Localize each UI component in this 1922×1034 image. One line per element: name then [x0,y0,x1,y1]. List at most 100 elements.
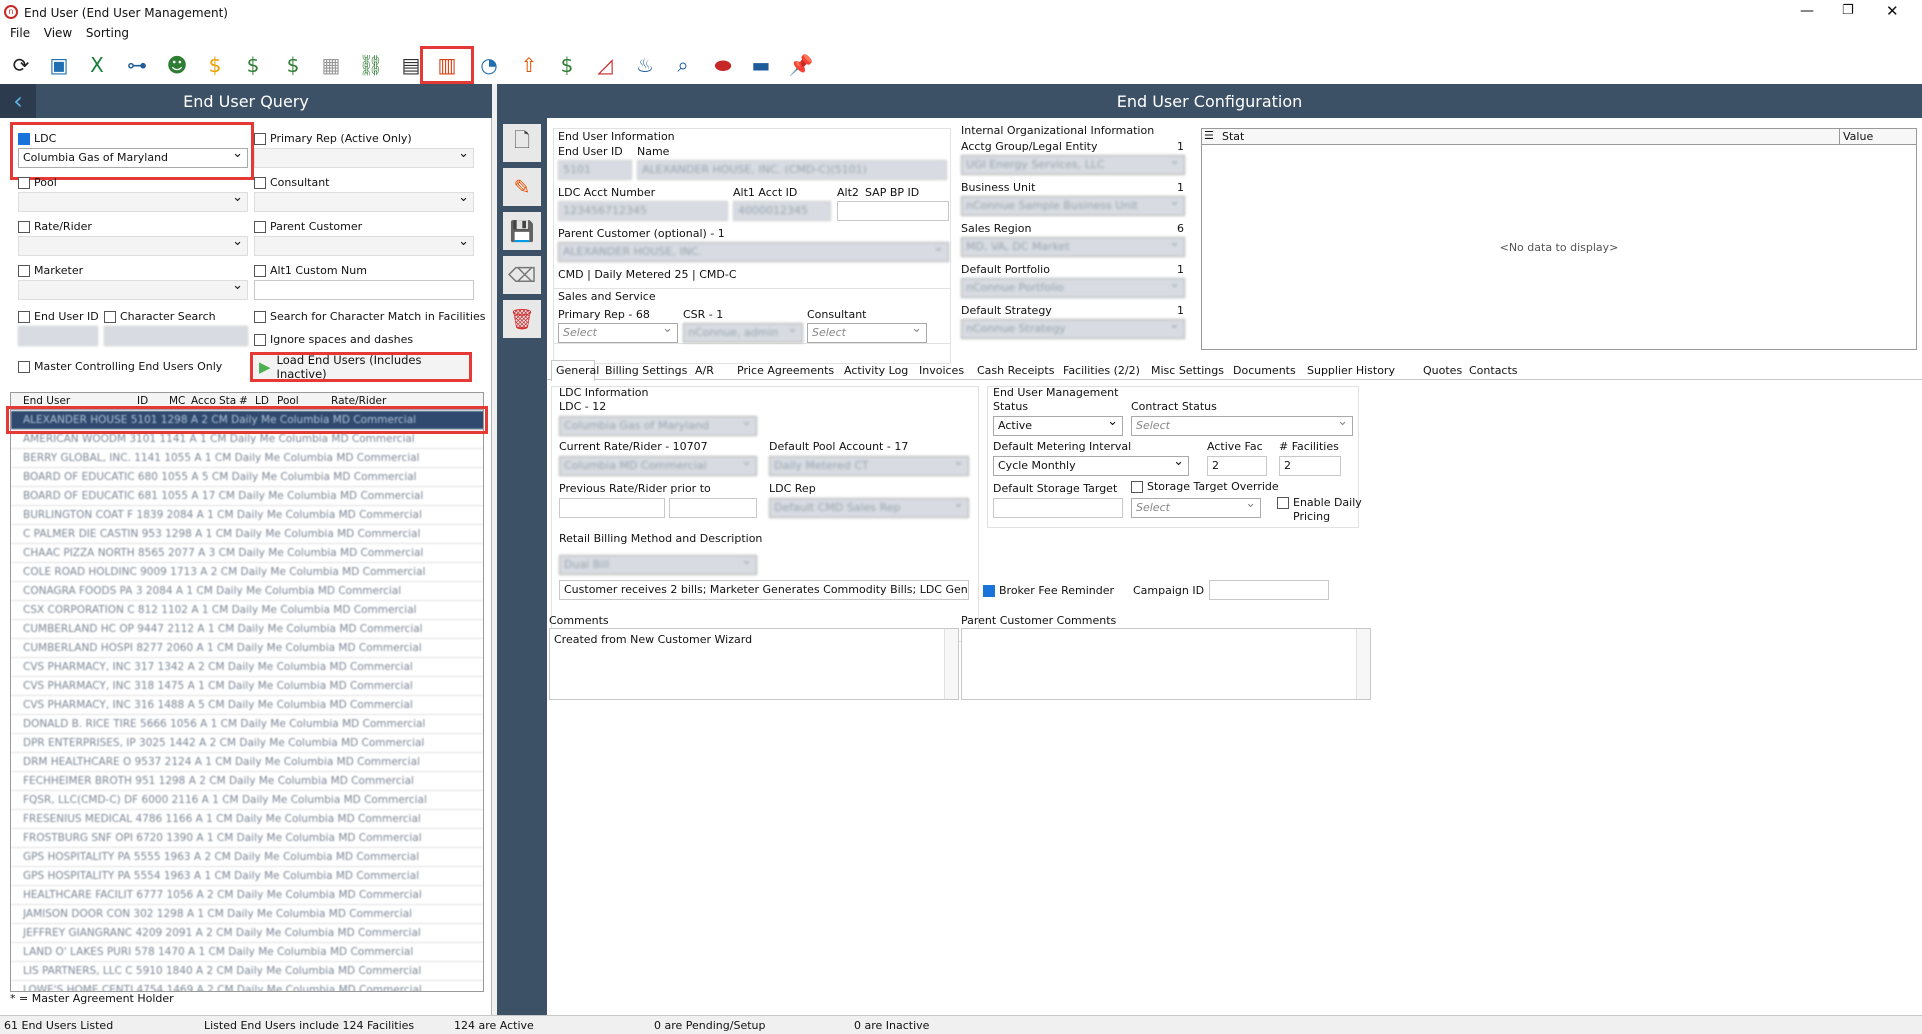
campaign-field[interactable] [1209,580,1329,600]
ignore-spaces-checkbox[interactable] [254,334,266,346]
table-row[interactable]: CVS PHARMACY, INC 316 1488 A 5 CM Daily … [11,696,483,715]
save-icon[interactable]: 💾 [503,212,541,250]
storage-override-row[interactable]: Storage Target Override [1131,480,1279,493]
marketer-checkbox[interactable] [18,265,30,277]
tab-billing-settings[interactable]: Billing Settings [605,364,687,377]
table-row[interactable]: CONAGRA FOODS PA 3 2084 A 1 CM Daily Me … [11,582,483,601]
num-facilities-field[interactable]: 2 [1279,456,1341,476]
chart-card-icon[interactable]: ◿ [590,51,620,79]
zoom-icon[interactable]: ⌕ [668,51,698,79]
strategy-dropdown[interactable]: nConnue Strategy [961,319,1185,339]
menu-sorting[interactable]: Sorting [86,26,129,40]
contract-status-dropdown[interactable]: Select [1131,416,1353,436]
tab-contacts[interactable]: Contacts [1469,364,1518,377]
tab-cash-receipts[interactable]: Cash Receipts [977,364,1054,377]
consultant-dropdown[interactable] [254,192,474,212]
pool-checkbox[interactable] [18,177,30,189]
tab-invoices[interactable]: Invoices [919,364,964,377]
hierarchy-icon[interactable]: ⊶ [122,51,152,79]
stat-grid[interactable]: ☰ Stat Value <No data to display> [1201,128,1917,350]
broker-fee-row[interactable]: Broker Fee Reminder [983,584,1114,597]
table-row[interactable]: FQSR, LLC(CMD-C) DF 6000 2116 A 1 CM Dai… [11,791,483,810]
stat-column[interactable]: Stat [1222,130,1244,143]
table-row[interactable]: CVS PHARMACY, INC 318 1475 A 1 CM Daily … [11,677,483,696]
tab-facilities[interactable]: Facilities (2/2) [1063,364,1140,377]
alt1-input[interactable] [254,280,474,300]
pin-icon[interactable]: 📌 [786,51,816,79]
parent-customer-dropdown[interactable]: ALEXANDER HOUSE, INC. [558,242,949,262]
metering-dropdown[interactable]: Cycle Monthly [993,456,1189,476]
table-row[interactable]: LOWE'S HOME CENTI 4754 1469 A 2 CM Daily… [11,981,483,991]
marketer-dropdown[interactable] [18,280,248,300]
tab-ar[interactable]: A/R [695,364,714,377]
enable-daily-row[interactable]: Enable Daily [1277,496,1362,509]
edit-pencil-icon[interactable]: ✎ [503,168,541,206]
status-dropdown[interactable]: Active [993,416,1123,436]
end-users-grid[interactable]: End User ID MC Acco Sta # LD Pool Rate/R… [10,392,484,992]
storage-override-checkbox[interactable] [1131,481,1143,493]
hand-money-icon[interactable]: $ [552,51,582,79]
storage-target-field[interactable] [993,498,1123,518]
consultant-row[interactable]: Consultant [254,176,329,189]
parent-comments-textarea[interactable] [961,628,1371,700]
maximize-icon[interactable]: ❐ [1842,3,1854,18]
users-group-icon[interactable]: ☻ [162,51,192,79]
tab-activity-log[interactable]: Activity Log [844,364,908,377]
ldc-dropdown[interactable]: Columbia Gas of Maryland [18,148,248,168]
tab-general[interactable]: General [551,360,599,381]
table-row[interactable]: DONALD B. RICE TIRE 5666 1056 A 1 CM Dai… [11,715,483,734]
eraser-icon[interactable]: ⌫ [503,256,541,294]
card-icon[interactable]: ▬ [746,51,776,79]
value-column[interactable]: Value [1839,129,1873,145]
table-row[interactable]: BURLINGTON COAT F 1839 2084 A 1 CM Daily… [11,506,483,525]
table-row[interactable]: DRM HEALTHCARE O 9537 2124 A 1 CM Daily … [11,753,483,772]
back-chevron-icon[interactable]: ‹ [0,84,36,118]
primary-rep-checkbox[interactable] [254,133,266,145]
sap-bp-field[interactable] [837,201,949,221]
ignore-spaces-row[interactable]: Ignore spaces and dashes [254,333,413,346]
char-search-checkbox[interactable] [104,311,116,323]
table-row[interactable]: BOARD OF EDUCATIC 680 1055 A 5 CM Daily … [11,468,483,487]
table-row[interactable]: CUMBERLAND HC OP 9447 2112 A 1 CM Daily … [11,620,483,639]
menu-file[interactable]: File [10,26,30,40]
flame-drop-icon[interactable]: ◔ [474,51,504,79]
new-document-icon[interactable]: 🗋 [503,124,541,162]
rate-rider-checkbox[interactable] [18,221,30,233]
table-row[interactable]: BERRY GLOBAL, INC. 1141 1055 A 1 CM Dail… [11,449,483,468]
marketer-row[interactable]: Marketer [18,264,83,277]
ldc-rep-dropdown[interactable]: Default CMD Sales Rep [769,498,969,518]
default-pool-dropdown[interactable]: Daily Metered CT [769,456,969,476]
link-icon[interactable]: ⛓ [356,51,386,79]
ldc-checkbox[interactable] [18,133,30,145]
flame-building-icon[interactable]: ♨ [630,51,660,79]
ldc-checkbox-row[interactable]: LDC [18,132,56,145]
table-row[interactable]: GPS HOSPITALITY PA 5554 1963 A 1 CM Dail… [11,867,483,886]
load-end-users-button[interactable]: ▶ Load End Users (Includes Inactive) [250,352,472,382]
table-row[interactable]: CVS PHARMACY, INC 317 1342 A 2 CM Daily … [11,658,483,677]
char-search-row[interactable]: Character Search [104,310,216,323]
primary-rep-dropdown[interactable]: Select [558,323,678,343]
comments-textarea[interactable]: Created from New Customer Wizard [549,628,959,700]
end-user-id-row[interactable]: End User ID [18,310,99,323]
parent-comments-scrollbar[interactable] [1356,629,1370,699]
table-row[interactable]: LAND O' LAKES PURI 578 1470 A 1 CM Daily… [11,943,483,962]
end-user-id-field[interactable]: 5101 [558,160,632,180]
calendar-icon[interactable]: ▦ [316,51,346,79]
alt1-row[interactable]: Alt1 Custom Num [254,264,367,277]
table-row[interactable]: FRESENIUS MEDICAL 4786 1166 A 1 CM Daily… [11,810,483,829]
alt1-checkbox[interactable] [254,265,266,277]
table-row[interactable]: JEFFREY GIANGRANC 4209 2091 A 2 CM Daily… [11,924,483,943]
search-facilities-row[interactable]: Search for Character Match in Facilities [254,310,485,323]
table-row[interactable]: CUMBERLAND HOSPI 8277 2060 A 1 CM Daily … [11,639,483,658]
enable-daily-checkbox[interactable] [1277,497,1289,509]
tab-misc-settings[interactable]: Misc Settings [1151,364,1224,377]
tab-documents[interactable]: Documents [1233,364,1296,377]
previous-rate-date[interactable] [669,498,757,518]
acctg-dropdown[interactable]: UGI Energy Services, LLC [961,155,1185,175]
retail-billing-dropdown[interactable]: Dual Bill [559,555,757,575]
table-row[interactable]: GPS HOSPITALITY PA 5555 1963 A 2 CM Dail… [11,848,483,867]
char-search-input[interactable] [104,326,248,346]
toggle-icon[interactable]: ⬬ [708,51,738,79]
ldc-acct-field[interactable]: 123456712345 [558,201,728,221]
pool-row[interactable]: Pool [18,176,57,189]
